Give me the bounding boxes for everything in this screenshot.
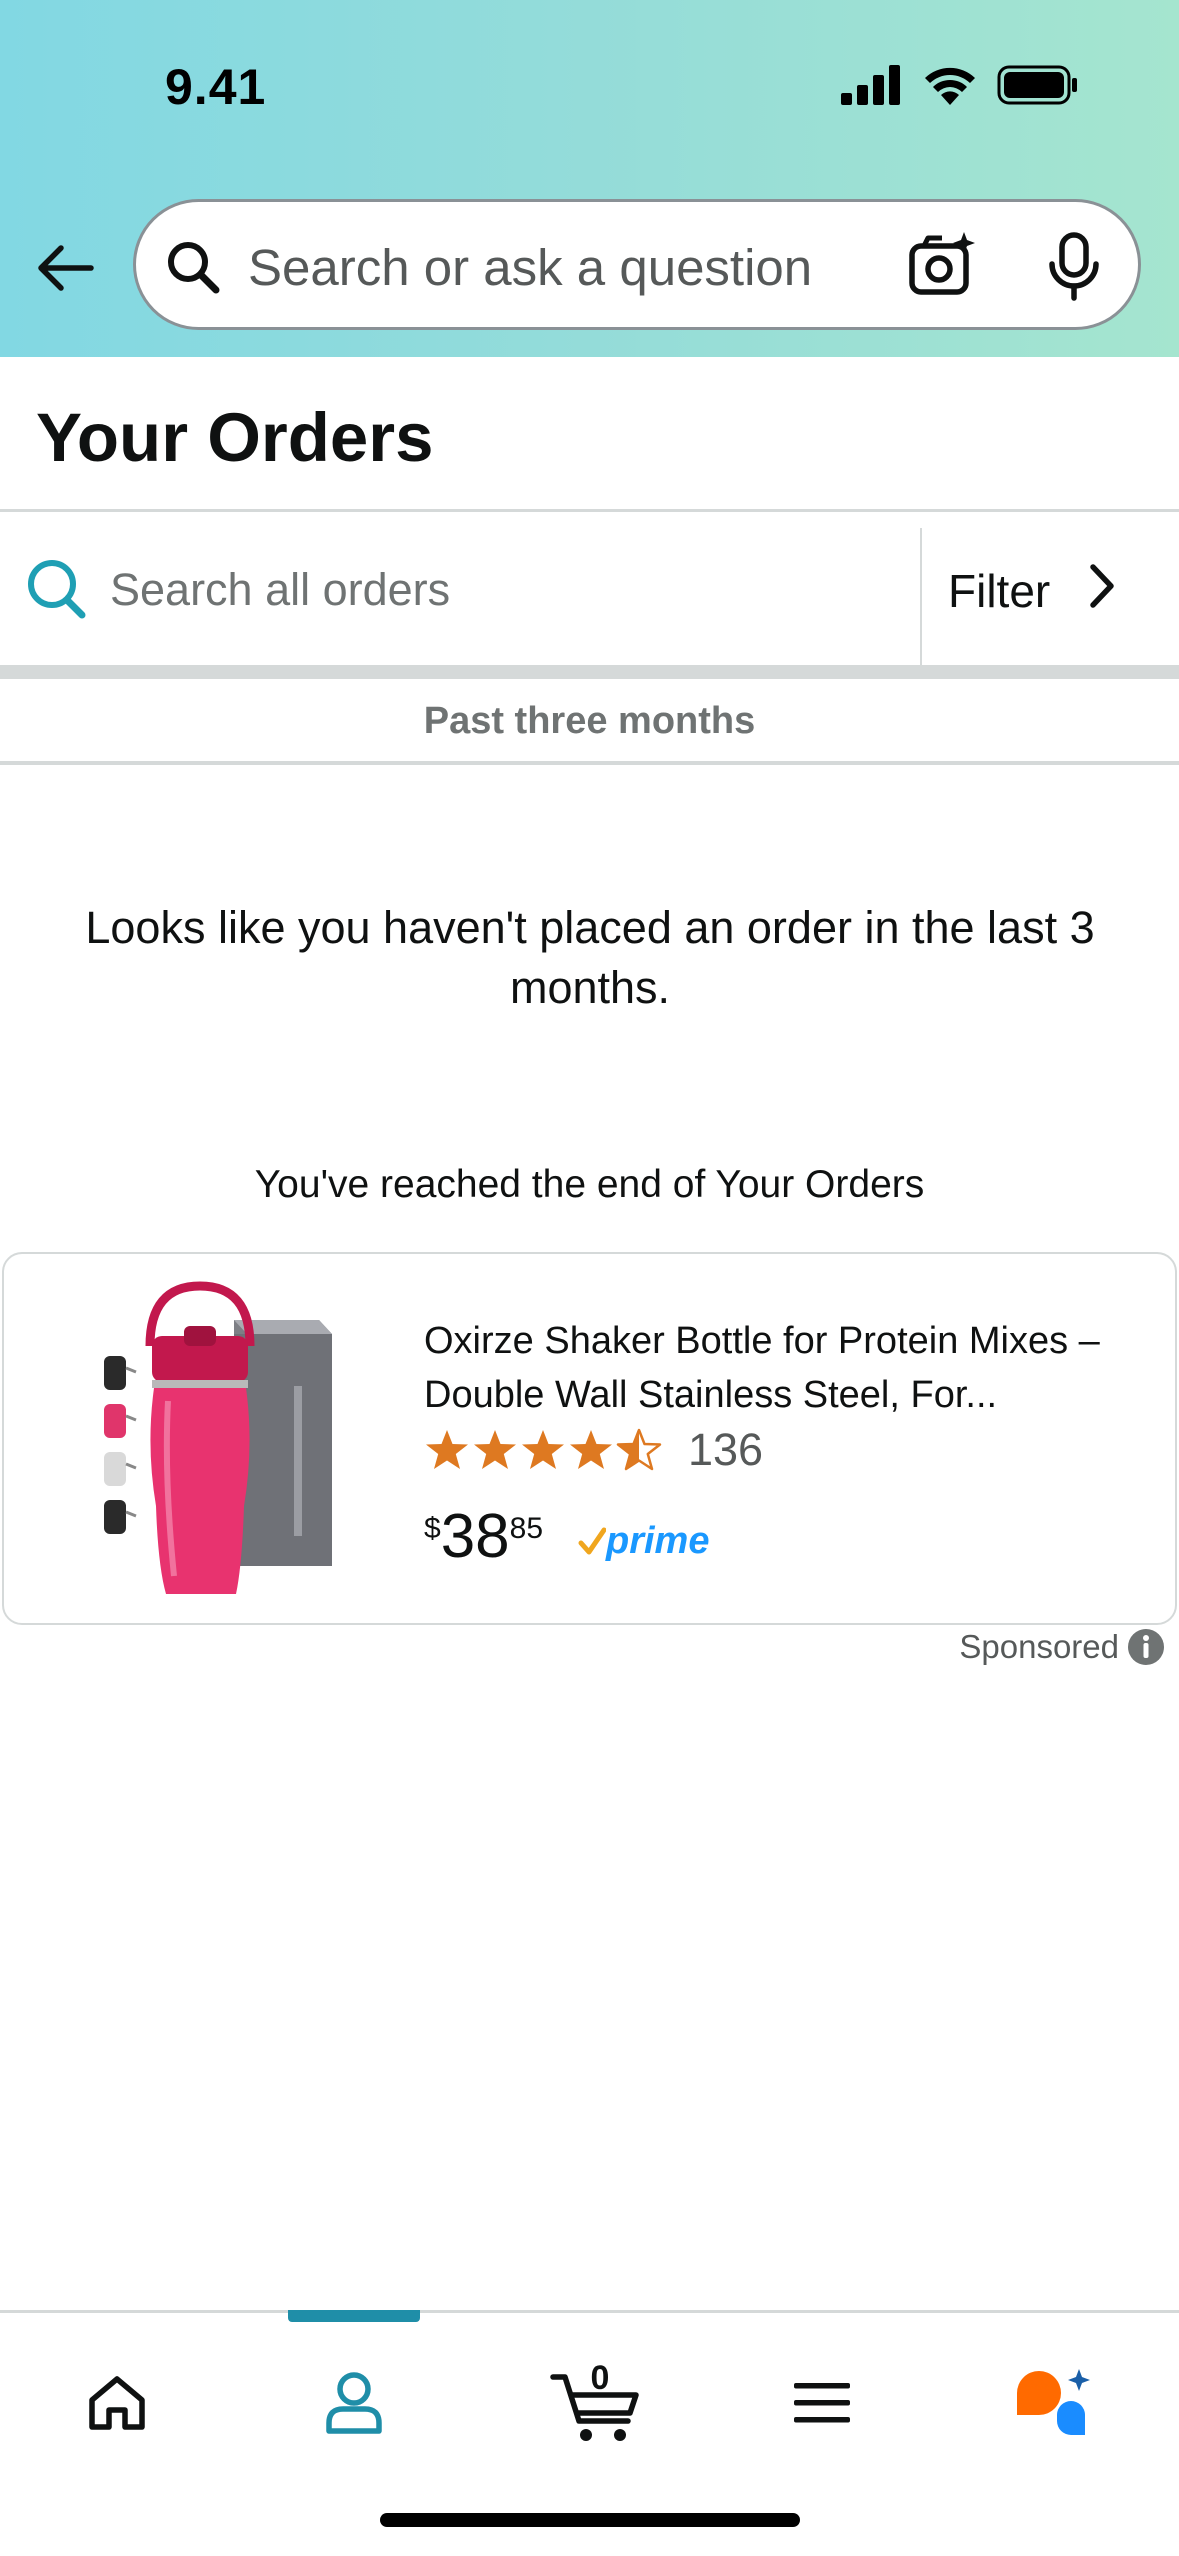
- search-icon: [168, 242, 220, 294]
- info-icon[interactable]: [1127, 1628, 1165, 1666]
- product-price: $ 38 85: [424, 1502, 543, 1572]
- home-indicator: [380, 2513, 800, 2527]
- status-icons: [841, 62, 1079, 108]
- order-search-row: Search all orders Filter: [0, 512, 1179, 666]
- camera-search-icon[interactable]: [908, 232, 976, 298]
- status-time: 9.41: [165, 59, 267, 115]
- divider: [0, 761, 1179, 765]
- app-header: 9.41 Search or ask a question: [0, 0, 1179, 357]
- star-half-icon: [616, 1428, 662, 1471]
- prime-label: prime: [606, 1520, 710, 1562]
- price-fraction: 85: [509, 1512, 544, 1545]
- product-image: [104, 1281, 332, 1594]
- cart-count: 0: [591, 2361, 610, 2397]
- product-rating: 136: [424, 1424, 763, 1476]
- section-divider: [0, 665, 1179, 679]
- search-bar[interactable]: Search or ask a question: [133, 199, 1141, 330]
- search-icon: [28, 560, 86, 619]
- nav-rufus-assistant[interactable]: [995, 2343, 1115, 2463]
- menu-icon: [794, 2383, 850, 2423]
- price-symbol: $: [424, 1512, 441, 1545]
- cellular-signal-icon: [841, 65, 900, 105]
- home-icon: [89, 2376, 145, 2430]
- time-period-label: Past three months: [423, 700, 756, 742]
- page-title: Your Orders: [36, 399, 434, 476]
- microphone-icon[interactable]: [1046, 232, 1102, 302]
- active-tab-indicator: [288, 2310, 420, 2322]
- chevron-right-icon: [1090, 564, 1114, 608]
- ai-assistant-icon: [1017, 2369, 1090, 2435]
- star-full-icon: [474, 1430, 516, 1469]
- review-count[interactable]: 136: [688, 1424, 763, 1476]
- prime-check-icon: [578, 1527, 606, 1554]
- nav-menu[interactable]: [762, 2343, 882, 2463]
- product-title[interactable]: Oxirze Shaker Bottle for Protein Mixes –…: [424, 1314, 1144, 1422]
- star-full-icon: [522, 1430, 564, 1469]
- cart-icon: 0: [550, 2361, 639, 2441]
- search-placeholder: Search or ask a question: [248, 239, 813, 296]
- back-button[interactable]: [30, 225, 100, 310]
- nav-cart[interactable]: 0: [526, 2343, 666, 2463]
- wifi-icon: [925, 67, 975, 105]
- battery-icon: [997, 65, 1077, 105]
- sponsored-product-card[interactable]: Oxirze Shaker Bottle for Protein Mixes –…: [2, 1252, 1177, 1625]
- nav-home[interactable]: [57, 2343, 177, 2463]
- order-search-input[interactable]: Search all orders: [110, 564, 450, 616]
- sponsored-label[interactable]: Sponsored: [959, 1628, 1165, 1666]
- end-of-orders-message: You've reached the end of Your Orders: [254, 1163, 925, 1206]
- star-full-icon: [570, 1430, 612, 1469]
- price-whole: 38: [440, 1502, 510, 1571]
- sponsored-text: Sponsored: [959, 1628, 1119, 1665]
- nav-account[interactable]: [294, 2343, 414, 2463]
- filter-label: Filter: [948, 565, 1051, 617]
- person-icon: [326, 2372, 382, 2434]
- star-full-icon: [426, 1430, 468, 1469]
- star-rating: [424, 1428, 662, 1472]
- filter-button[interactable]: Filter: [922, 512, 1179, 665]
- empty-orders-message: Looks like you haven't placed an order i…: [85, 902, 1095, 1013]
- prime-badge: prime: [578, 1520, 709, 1563]
- arrow-left-icon: [38, 244, 94, 291]
